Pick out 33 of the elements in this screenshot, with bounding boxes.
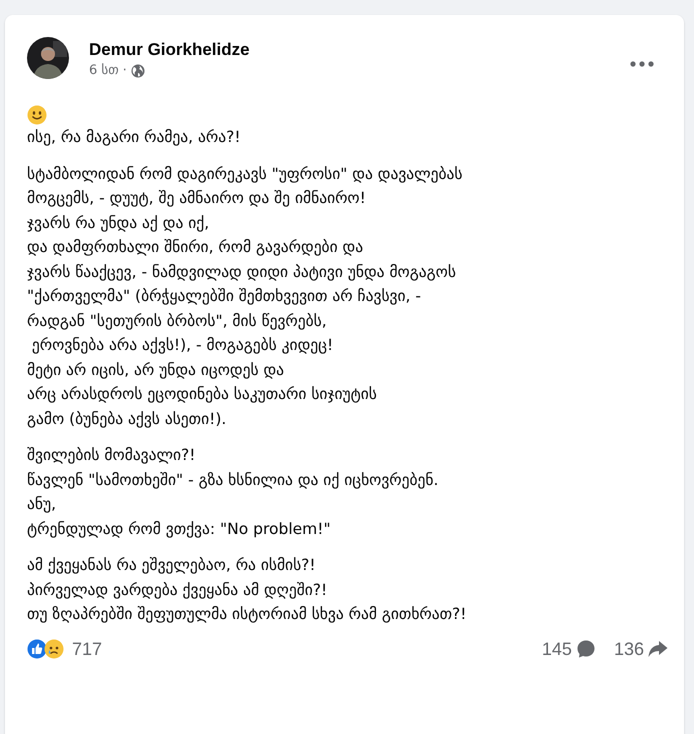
post-text-line: თუ ზღაპრებში შეფუთულმა ისტორიამ სხვა რამ გითხრათ?! xyxy=(27,604,466,625)
post-text-line: ისე, რა მაგარი რამეა, არა?! xyxy=(27,127,241,148)
post-text-line: მოგცემს, - დუუტ, შე ამნაირო და შე იმნაირო! xyxy=(27,188,366,209)
comment-count[interactable]: 145 xyxy=(542,638,572,660)
post-text-line: პირველად ვარდება ქვეყანა ამ დღეში?! xyxy=(27,580,328,601)
post-text-line: ამ ქვეყანას რა ეშველებაო, რა ისმის?! xyxy=(27,555,316,576)
post-text-line: რადგან "სეთურის ბრბოს", მის წევრებს, xyxy=(27,310,327,332)
post-text-line: და დამფრთხალი შნირი, რომ გავარდები და xyxy=(27,237,364,258)
post-text-line: "ქართველმა" (ბრჭყალებში შემთხვევით არ ჩავსვი, - xyxy=(27,286,421,307)
post-text-line: ეროვნება არა აქვს!), - მოგაგებს კიდეც! xyxy=(30,335,334,356)
author-name[interactable]: Demur Giorkhelidze xyxy=(89,40,250,60)
avatar[interactable] xyxy=(27,37,69,79)
sad-reaction-icon[interactable] xyxy=(44,639,64,659)
more-options-icon[interactable] xyxy=(630,61,654,67)
globe-icon xyxy=(130,64,145,78)
post-text-line: ჯვარს წააქცევ, - ნამდვილად დიდი პატივი უნდა მოგაგოს xyxy=(27,262,456,283)
smiley-icon xyxy=(27,105,47,125)
separator: · xyxy=(122,63,127,78)
comment-icon[interactable] xyxy=(576,639,596,659)
post-text-line: შვილების მომავალი?! xyxy=(27,445,196,466)
post-text-line: წავლენ "სამოთხეში" - გზა ხსნილია და იქ იცხოვრებენ. xyxy=(27,470,438,491)
post-text-line: მეტი არ იცის, არ უნდა იცოდეს და xyxy=(27,360,284,381)
post-text-line: არც არასდროს ეცოდინება საკუთარი სიჯიუტის xyxy=(27,384,377,405)
post-text-line: ანუ, xyxy=(27,494,56,515)
post-text-line: ტრენდულად რომ ვთქვა: "No problem!" xyxy=(27,518,331,540)
post-time[interactable]: 6 სთ xyxy=(89,63,119,78)
like-reaction-icon[interactable] xyxy=(27,639,47,659)
post-text-line: ჯვარს რა უნდა აქ და იქ, xyxy=(27,212,210,234)
reaction-count[interactable]: 717 xyxy=(72,638,102,660)
post-text-line: გამო (ბუნება აქვს ასეთი!). xyxy=(27,408,226,430)
share-icon[interactable] xyxy=(648,640,668,658)
post-text-line: სტამბოლიდან რომ დაგირეკავს "უფროსი" და დავალებას xyxy=(27,164,463,185)
share-count[interactable]: 136 xyxy=(614,638,644,660)
